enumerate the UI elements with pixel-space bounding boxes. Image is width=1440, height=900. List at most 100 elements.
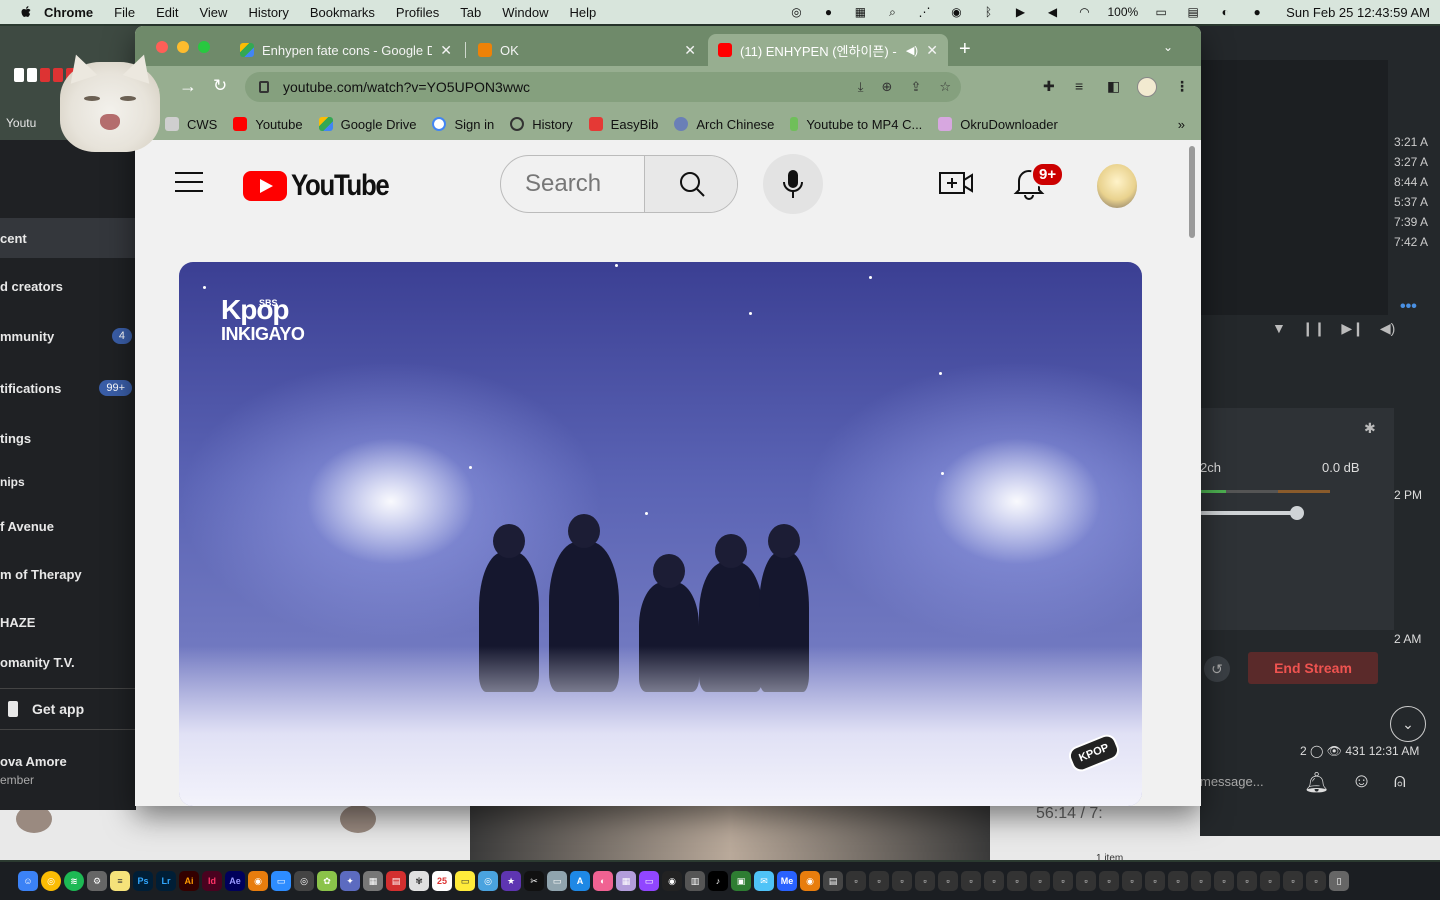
- minimized-window-icon[interactable]: ▫: [1260, 871, 1280, 891]
- messenger-icon[interactable]: Me: [777, 871, 797, 891]
- emoji-icon[interactable]: ☺: [1351, 770, 1371, 795]
- voice-search-button[interactable]: [763, 154, 823, 214]
- minimized-window-icon[interactable]: ▫: [1237, 871, 1257, 891]
- siri-icon[interactable]: ●: [1248, 5, 1266, 19]
- minimized-window-icon[interactable]: ▫: [1283, 871, 1303, 891]
- tab-ok[interactable]: OK ✕: [468, 34, 706, 66]
- github-icon[interactable]: ◉: [662, 871, 682, 891]
- reset-icon[interactable]: ↺: [1204, 656, 1230, 682]
- imovie-icon[interactable]: ★: [501, 871, 521, 891]
- control-center-icon[interactable]: ◐: [1216, 5, 1234, 19]
- address-bar[interactable]: youtube.com/watch?v=YO5UPON3wwc ⤓ ⊕ ⇪ ☆: [245, 72, 961, 102]
- zoom-icon[interactable]: ▭: [271, 871, 291, 891]
- lightroom-icon[interactable]: Lr: [156, 871, 176, 891]
- photoshop-icon[interactable]: Ps: [133, 871, 153, 891]
- minimized-window-icon[interactable]: ▫: [984, 871, 1004, 891]
- bookmark-sign-in[interactable]: Sign in: [432, 117, 494, 132]
- illustrator-icon[interactable]: Ai: [179, 871, 199, 891]
- fullscreen-window-button[interactable]: [198, 41, 210, 53]
- youtube-logo[interactable]: YouTube: [243, 169, 404, 203]
- new-tab-button[interactable]: +: [959, 38, 971, 61]
- sidebar-item[interactable]: tifications 99+: [0, 368, 136, 408]
- finder-icon[interactable]: ☺: [18, 871, 38, 891]
- get-app-button[interactable]: Get app: [0, 688, 136, 730]
- activity-monitor-icon[interactable]: ▤: [823, 871, 843, 891]
- sidebar-item[interactable]: m of Therapy: [0, 554, 136, 594]
- chevron-down-icon[interactable]: ⌄: [1390, 706, 1426, 742]
- tab-audio-icon[interactable]: ◀︎): [906, 44, 918, 57]
- app-icon[interactable]: ▥: [685, 871, 705, 891]
- account-avatar[interactable]: [1097, 164, 1137, 208]
- bookmark-history[interactable]: History: [510, 117, 573, 132]
- extensions-puzzle-icon[interactable]: ✚: [1043, 78, 1055, 95]
- blender-icon[interactable]: ◉: [248, 871, 268, 891]
- us-flag-icon[interactable]: ▤: [1184, 5, 1202, 19]
- app-icon[interactable]: ✦: [340, 871, 360, 891]
- menu-edit[interactable]: Edit: [156, 5, 178, 20]
- keyboard-icon[interactable]: ▦: [851, 5, 869, 19]
- minimized-window-icon[interactable]: ▫: [1145, 871, 1165, 891]
- sidebar-item[interactable]: mmunity 4: [0, 316, 136, 356]
- bookmark-youtube-to-mp4[interactable]: Youtube to MP4 C...: [790, 117, 922, 132]
- menu-tab[interactable]: Tab: [460, 5, 481, 20]
- video-player[interactable]: Kpop SBS INKIGAYO KPOP: [179, 262, 1142, 806]
- chat-message-input[interactable]: message...: [1200, 774, 1264, 789]
- minimized-window-icon[interactable]: ▫: [1099, 871, 1119, 891]
- minimize-window-button[interactable]: [177, 41, 189, 53]
- system-settings-icon[interactable]: ⚙: [87, 871, 107, 891]
- notes-icon[interactable]: ≡: [110, 871, 130, 891]
- page-scrollbar[interactable]: [1189, 146, 1195, 238]
- close-tab-icon[interactable]: ✕: [684, 42, 696, 59]
- hamburger-menu-icon[interactable]: [175, 172, 203, 192]
- sidebar-item[interactable]: HAZE: [0, 602, 136, 642]
- menu-window[interactable]: Window: [502, 5, 548, 20]
- mic-icon[interactable]: ⍝: [1394, 770, 1406, 795]
- menu-history[interactable]: History: [248, 5, 288, 20]
- app-icon[interactable]: ✿: [317, 871, 337, 891]
- reading-list-icon[interactable]: ≡: [1075, 78, 1083, 94]
- blender-icon[interactable]: ◉: [800, 871, 820, 891]
- obs-icon[interactable]: ◎: [294, 871, 314, 891]
- forward-arrow-icon[interactable]: →: [179, 76, 197, 97]
- calendar-icon[interactable]: 25: [432, 871, 452, 891]
- wifi-icon[interactable]: ◠: [1075, 5, 1093, 19]
- app-icon[interactable]: ▤: [386, 871, 406, 891]
- skip-icon[interactable]: ▶❙: [1341, 320, 1364, 337]
- after-effects-icon[interactable]: Ae: [225, 871, 245, 891]
- trash-icon[interactable]: ▯: [1329, 871, 1349, 891]
- apple-menu-icon[interactable]: [18, 4, 34, 20]
- minimized-window-icon[interactable]: ▫: [892, 871, 912, 891]
- minimized-window-icon[interactable]: ▫: [1076, 871, 1096, 891]
- minimized-window-icon[interactable]: ▫: [846, 871, 866, 891]
- bookmarks-overflow-button[interactable]: »: [1178, 117, 1185, 132]
- more-options-icon[interactable]: •••: [1400, 298, 1417, 316]
- capcut-icon[interactable]: ✂: [524, 871, 544, 891]
- minimized-window-icon[interactable]: ▫: [1053, 871, 1073, 891]
- menu-file[interactable]: File: [114, 5, 135, 20]
- pause-icon[interactable]: ❙❙: [1302, 320, 1325, 337]
- share-icon[interactable]: ⇪: [910, 79, 921, 95]
- filter-icon[interactable]: ▼: [1272, 320, 1286, 337]
- activity-icon[interactable]: ⋰: [915, 5, 933, 19]
- bluetooth-icon[interactable]: ᛒ: [979, 5, 997, 19]
- stickies-icon[interactable]: ▭: [455, 871, 475, 891]
- spotify-icon[interactable]: ≋: [64, 871, 84, 891]
- sidebar-item[interactable]: tings: [0, 418, 136, 458]
- bookmark-okrudownloader[interactable]: OkruDownloader: [938, 117, 1058, 132]
- sidebar-item[interactable]: d creators: [0, 266, 136, 306]
- minimized-window-icon[interactable]: ▫: [1030, 871, 1050, 891]
- minimized-window-icon[interactable]: ▫: [1214, 871, 1234, 891]
- minimized-window-icon[interactable]: ▫: [869, 871, 889, 891]
- now-playing-icon[interactable]: ▶: [1011, 5, 1029, 19]
- menu-bookmarks[interactable]: Bookmarks: [310, 5, 375, 20]
- app-icon[interactable]: ▣: [731, 871, 751, 891]
- minimized-window-icon[interactable]: ▫: [1168, 871, 1188, 891]
- install-app-icon[interactable]: ⤓: [858, 79, 864, 95]
- twitch-icon[interactable]: ▭: [639, 871, 659, 891]
- preview-icon[interactable]: ▭: [547, 871, 567, 891]
- profile-avatar[interactable]: [1137, 77, 1157, 97]
- volume-slider-knob[interactable]: [1290, 506, 1304, 520]
- app-store-icon[interactable]: A: [570, 871, 590, 891]
- minimized-window-icon[interactable]: ▫: [1306, 871, 1326, 891]
- sidebar-item[interactable]: nips: [0, 462, 136, 502]
